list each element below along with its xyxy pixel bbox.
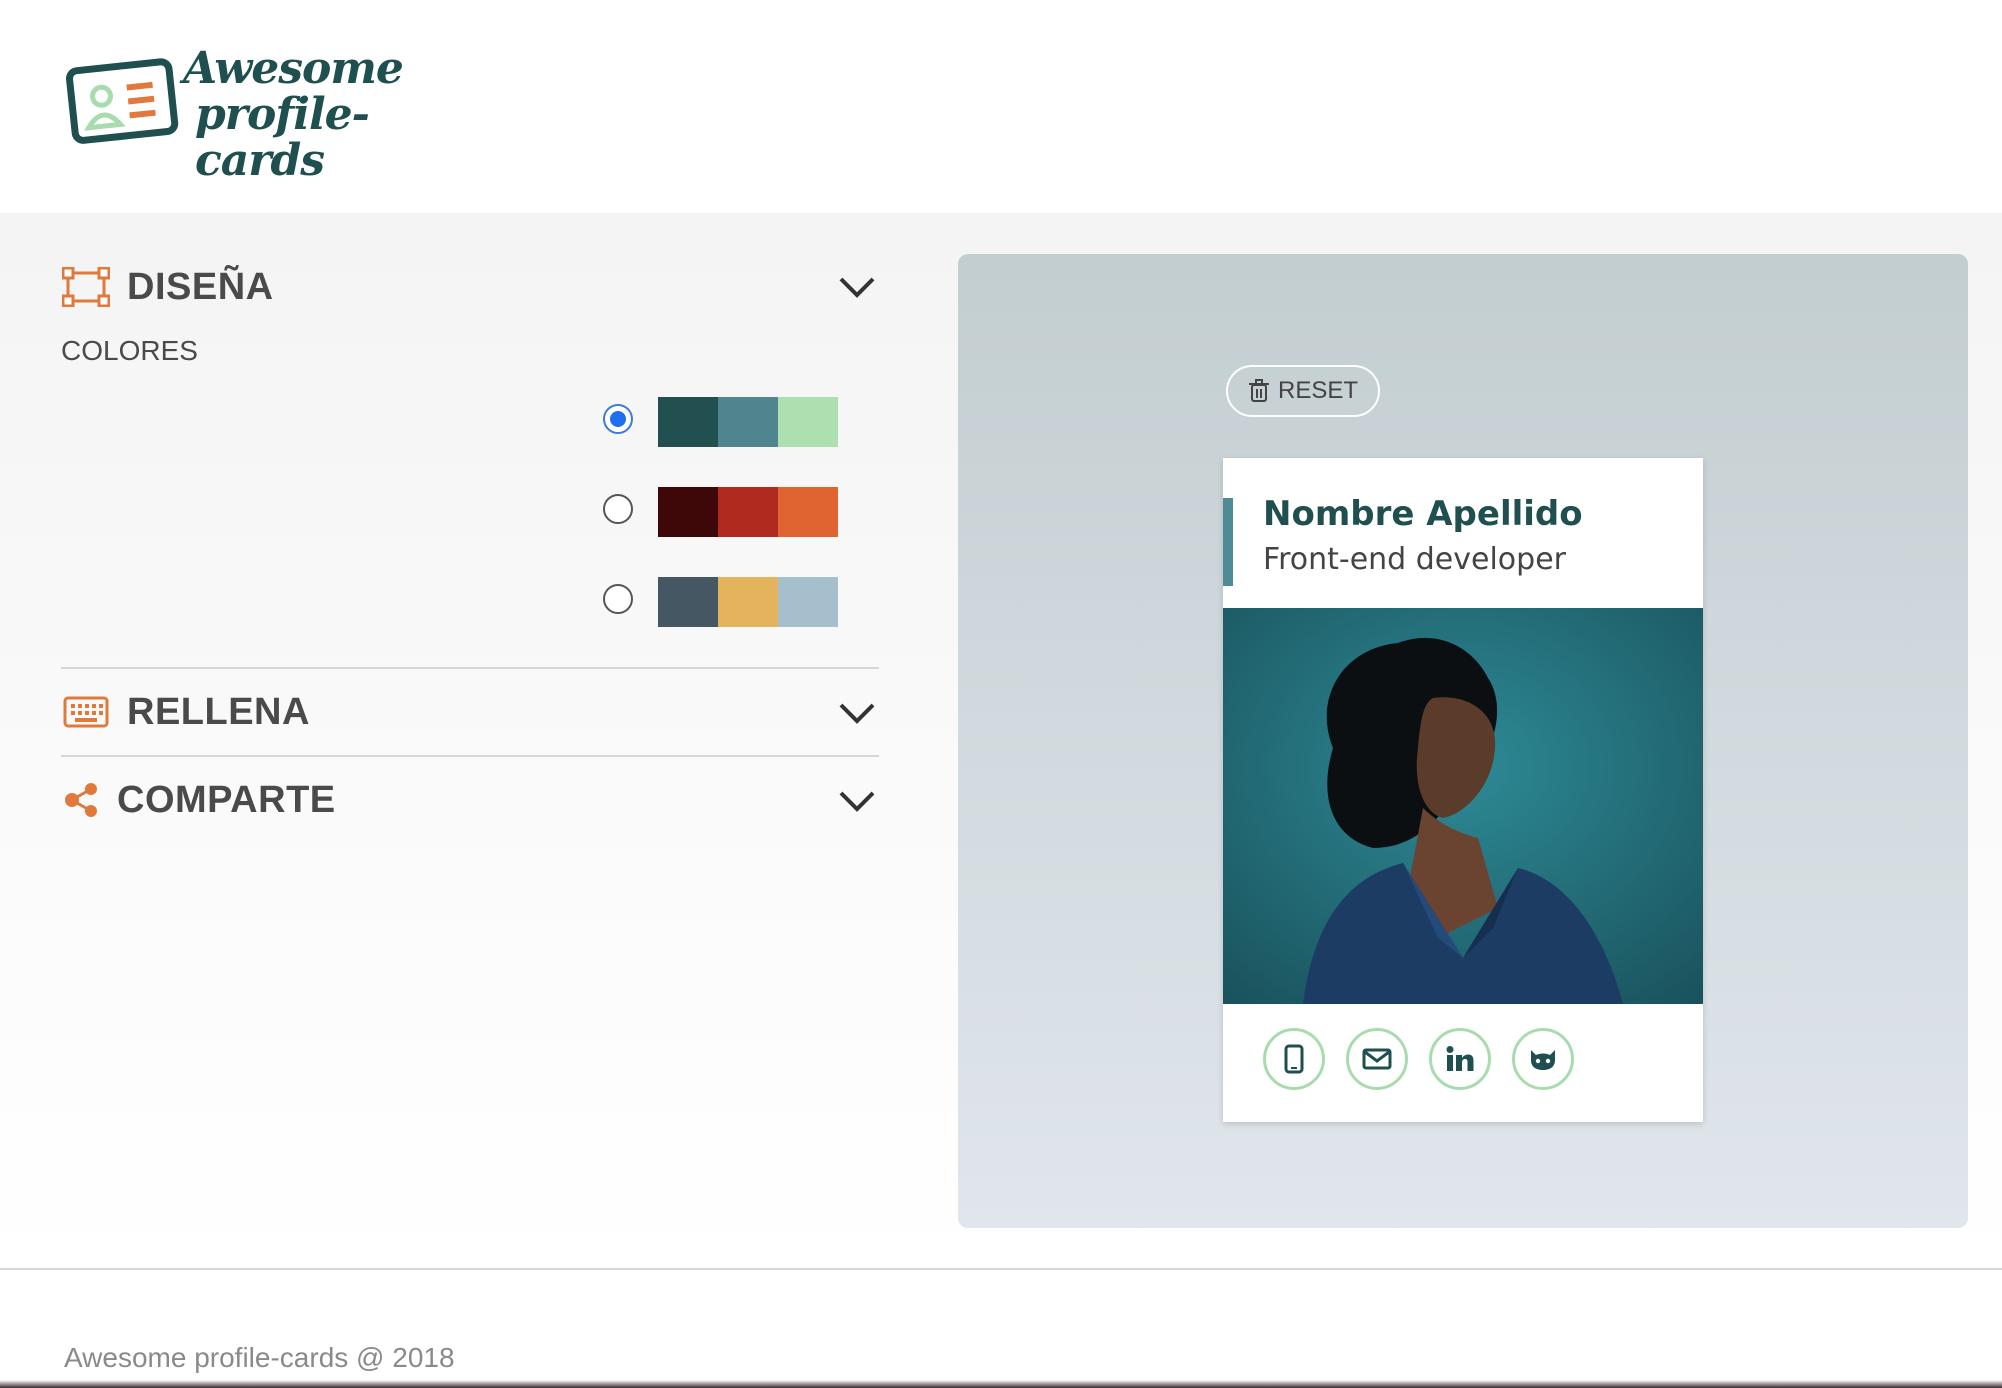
card-job: Front-end developer: [1263, 542, 1566, 577]
share-section-header[interactable]: COMPARTE: [61, 757, 879, 843]
card-photo: [1223, 608, 1703, 1004]
linkedin-icon[interactable]: [1429, 1028, 1491, 1090]
reset-button[interactable]: RESET: [1226, 365, 1380, 417]
palette-swatches-1: [658, 397, 838, 447]
palette-radio-2[interactable]: [603, 494, 633, 524]
email-icon[interactable]: [1346, 1028, 1408, 1090]
footer-shade: [0, 1380, 2002, 1388]
palette-swatches-3: [658, 577, 838, 627]
palette-radio-1[interactable]: [603, 404, 633, 434]
chevron-down-icon[interactable]: [835, 779, 879, 823]
fill-title: RELLENA: [127, 690, 310, 733]
share-icon: [61, 780, 101, 820]
footer: Awesome profile-cards @ 2018: [0, 1268, 2002, 1388]
fill-section-header[interactable]: RELLENA: [61, 669, 879, 755]
chevron-down-icon[interactable]: [835, 265, 879, 309]
keyboard-icon: [61, 692, 111, 732]
design-icon: [61, 267, 111, 307]
card-accent-bar: [1223, 498, 1233, 586]
design-section-header[interactable]: DISEÑA: [61, 243, 879, 331]
github-icon[interactable]: [1512, 1028, 1574, 1090]
palette-option-3[interactable]: [61, 577, 879, 627]
header: Awesome profile-cards: [0, 0, 2002, 213]
mobile-icon[interactable]: [1263, 1028, 1325, 1090]
card-preview: RESET Nombre Apellido Front-end develope…: [958, 254, 1968, 1228]
logo-text: Awesome profile-cards: [183, 46, 486, 184]
palette-radio-3[interactable]: [603, 584, 633, 614]
trash-icon: [1248, 379, 1269, 402]
profile-card: Nombre Apellido Front-end developer: [1223, 458, 1703, 1122]
form-panel: DISEÑA COLORES RELLENA COMPARTE: [61, 243, 879, 843]
palette-option-2[interactable]: [61, 487, 879, 537]
palette-swatches-2: [658, 487, 838, 537]
palette-option-1[interactable]: [61, 397, 879, 447]
footer-text: Awesome profile-cards @ 2018: [64, 1342, 455, 1373]
profile-card-logo-icon: [66, 58, 179, 144]
design-title: DISEÑA: [127, 265, 274, 308]
share-title: COMPARTE: [117, 778, 336, 821]
logo[interactable]: Awesome profile-cards: [66, 46, 486, 184]
reset-label: RESET: [1277, 377, 1358, 404]
colors-label: COLORES: [61, 335, 198, 366]
logo-line-1: Awesome: [183, 43, 404, 94]
card-contact-icons: [1263, 1028, 1574, 1090]
logo-line-2: profile-cards: [195, 89, 370, 186]
chevron-down-icon[interactable]: [835, 691, 879, 735]
card-name: Nombre Apellido: [1263, 494, 1583, 534]
